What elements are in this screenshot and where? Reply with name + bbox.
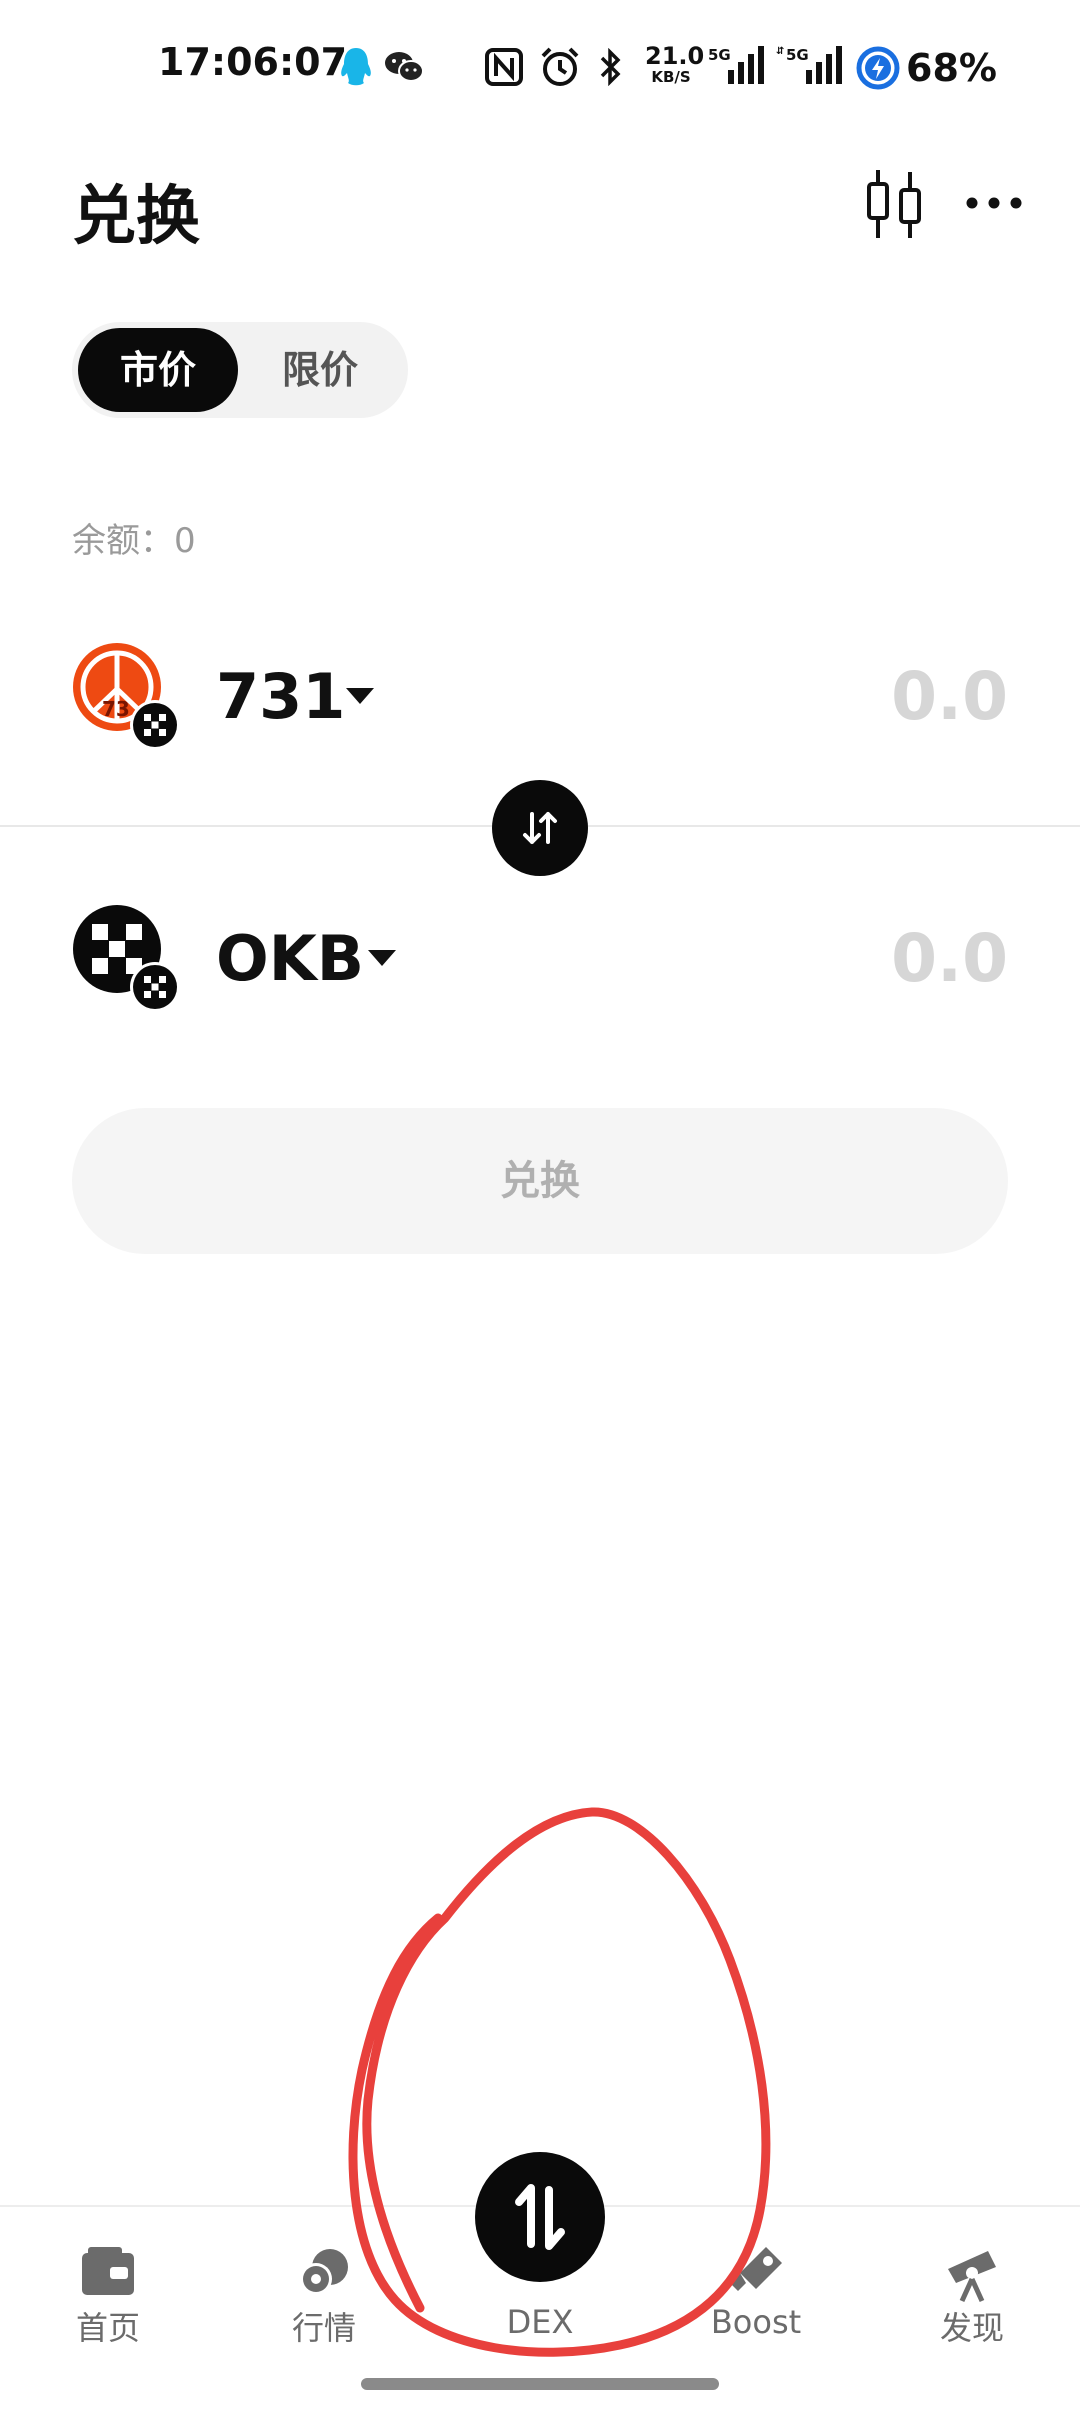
from-token-row: 73 731	[0, 620, 1080, 770]
nav-item-boost[interactable]: Boost	[648, 2207, 864, 2397]
alarm-icon	[541, 47, 579, 86]
svg-text:5G: 5G	[786, 46, 809, 64]
signal-5g-icon-1: 5G	[708, 46, 764, 84]
nav-label-discover: 发现	[939, 2309, 1004, 2347]
page-title: 兑换	[72, 180, 200, 254]
swap-direction-icon	[523, 812, 557, 844]
status-bar: 17:06:07 21.0 KB/S 5G ⇵ 5G 68%	[0, 0, 1080, 130]
market-coins-icon	[300, 2249, 348, 2295]
order-type-tabs: 市价 限价	[72, 322, 408, 418]
telescope-icon	[948, 2251, 996, 2303]
token-okb-logo[interactable]	[72, 904, 182, 1014]
nfc-icon	[485, 48, 523, 86]
battery-percent: 68%	[906, 46, 997, 90]
nav-item-market[interactable]: 行情	[216, 2207, 432, 2397]
to-amount-input[interactable]	[708, 916, 1008, 1000]
more-dots-icon[interactable]	[964, 178, 1024, 228]
nav-item-home[interactable]: 首页	[0, 2207, 216, 2397]
rocket-tag-icon	[730, 2247, 782, 2291]
signal-5g-icon-2: ⇵ 5G	[776, 46, 842, 84]
network-speed: 21.0 KB/S	[645, 42, 705, 86]
nav-item-discover[interactable]: 发现	[864, 2207, 1080, 2397]
from-token-symbol[interactable]: 731	[216, 660, 345, 733]
status-time: 17:06:07	[158, 40, 348, 84]
network-speed-value: 21.0	[645, 42, 705, 70]
swap-button[interactable]: 兑换	[72, 1108, 1008, 1254]
svg-text:⇵: ⇵	[776, 46, 784, 57]
caret-down-icon[interactable]	[366, 948, 398, 968]
token-731-logo[interactable]: 73	[72, 642, 182, 752]
nav-label-boost: Boost	[710, 2303, 802, 2341]
caret-down-icon[interactable]	[344, 686, 376, 706]
flip-tokens-button[interactable]	[492, 780, 588, 876]
wechat-notification-icon	[385, 52, 424, 82]
to-token-row: OKB	[0, 882, 1080, 1032]
to-token-symbol[interactable]: OKB	[216, 922, 364, 995]
dex-nav-button[interactable]	[475, 2152, 605, 2282]
wallet-icon	[82, 2247, 134, 2295]
swap-screen: 17:06:07 21.0 KB/S 5G ⇵ 5G 68% 兑换 市价 限价 …	[0, 0, 1080, 2412]
from-amount-input[interactable]	[708, 654, 1008, 738]
bluetooth-icon	[600, 48, 621, 86]
home-indicator[interactable]	[361, 2378, 719, 2390]
balance-label: 余额：0	[72, 521, 196, 561]
nav-label-dex: DEX	[506, 2303, 574, 2341]
tab-limit-price[interactable]: 限价	[240, 328, 400, 412]
nav-label-market: 行情	[291, 2309, 356, 2347]
candlestick-chart-icon[interactable]	[862, 168, 926, 240]
svg-text:73: 73	[102, 697, 130, 721]
tab-market-price[interactable]: 市价	[78, 328, 238, 412]
nav-label-home: 首页	[75, 2309, 140, 2347]
swap-arrows-icon	[515, 2184, 565, 2250]
network-speed-unit: KB/S	[651, 68, 691, 86]
qq-notification-icon	[341, 48, 371, 86]
battery-charging-icon	[856, 46, 900, 90]
svg-text:5G: 5G	[708, 46, 731, 64]
